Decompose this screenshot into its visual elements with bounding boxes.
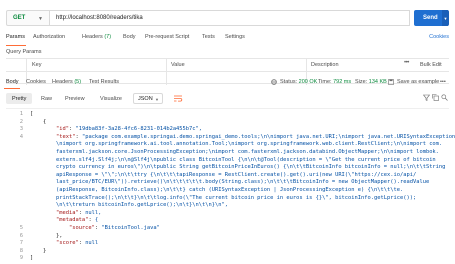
- line-number-gutter: 1234 56789: [6, 109, 28, 264]
- code-line: \nimport org.springframework.ai.tool.ann…: [30, 141, 443, 148]
- size-text: Size: 134 KB: [355, 79, 387, 85]
- tab-headers-label: Headers: [82, 34, 103, 40]
- response-active-tab-indicator: [4, 88, 20, 89]
- line-number: 6: [19, 232, 23, 239]
- size-label: Size:: [355, 79, 368, 85]
- tab-settings[interactable]: Settings: [225, 34, 245, 40]
- code-line: (apiResponse, BitcoinInfo.class);\n\t\t}…: [30, 187, 404, 193]
- code-line: "media": null,: [55, 209, 102, 216]
- tab-authorization[interactable]: Authorization: [33, 34, 65, 40]
- raw-button[interactable]: Raw: [35, 93, 58, 104]
- chevron-down-icon: ▼: [38, 16, 43, 22]
- code-line: fasterxml.jackson.core.JsonProcessingExc…: [30, 149, 439, 155]
- code-line: }: [30, 247, 47, 254]
- query-params-label: Query Params: [6, 49, 42, 55]
- line-number: 7: [19, 240, 23, 247]
- code-line: ]: [30, 255, 34, 262]
- line-number: 5: [19, 225, 23, 231]
- format-select-label: JSON: [138, 95, 153, 102]
- time-text: Time: 792 ms: [318, 79, 351, 85]
- response-actions: [417, 94, 448, 103]
- col-key: Key: [32, 62, 42, 68]
- bulk-edit-link[interactable]: Bulk Edit: [420, 62, 442, 68]
- response-headers-count: (5): [74, 79, 82, 85]
- line-number: 1: [19, 111, 23, 117]
- active-tab-indicator: [6, 45, 26, 46]
- search-icon[interactable]: [441, 94, 448, 103]
- tab-response-cookies[interactable]: Cookies: [26, 79, 46, 85]
- code-line: extern.slf4j.Slf4j;\n\n@Slf4j\npublic cl…: [30, 156, 436, 163]
- filter-icon[interactable]: [422, 94, 431, 103]
- copy-icon[interactable]: [432, 94, 439, 103]
- code-line: },: [30, 232, 63, 239]
- method-label: GET: [13, 15, 26, 21]
- tab-tests[interactable]: Tests: [202, 34, 215, 40]
- wrap-lines-icon[interactable]: [173, 94, 183, 103]
- line-number: 2: [19, 118, 23, 125]
- method-select[interactable]: GET ▼: [6, 10, 50, 26]
- line-number: 4: [19, 133, 23, 140]
- status-value: 200 OK: [298, 79, 318, 85]
- visualize-button[interactable]: Visualize: [94, 93, 128, 104]
- code-line: [: [30, 111, 34, 117]
- url-input[interactable]: http://localhost:8080/readers/tika: [50, 10, 410, 26]
- code-line: printStackTrace();\n\t\t}\n\t\tlog.info(…: [30, 194, 417, 201]
- response-format-bar: Pretty Raw Preview Visualize JSON ▼: [6, 93, 449, 105]
- code-line: "metadata": {: [55, 217, 99, 224]
- code-line: crypto currency in euros\")\n\tpublic St…: [30, 164, 446, 171]
- tab-pre-request-script[interactable]: Pre-request Script: [145, 34, 189, 40]
- line-number: 3: [19, 126, 23, 133]
- time-label: Time:: [318, 79, 332, 85]
- code-line: "score": null: [55, 240, 99, 247]
- chevron-down-icon: ▼: [155, 97, 159, 102]
- status-label: Status:: [280, 79, 298, 85]
- save-as-example-button[interactable]: Save as example: [397, 79, 439, 85]
- col-value: Value: [171, 62, 185, 68]
- code-line: \n\t\treturn bitcoinInfo.getLprice();\n\…: [30, 202, 228, 209]
- line-number: 8: [19, 247, 23, 254]
- status-text: Status: 200 OK: [280, 79, 317, 85]
- tab-params[interactable]: Params: [6, 34, 25, 40]
- format-select[interactable]: JSON ▼: [133, 93, 163, 104]
- tab-response-headers-label: Headers: [52, 79, 73, 85]
- code-line: last_price/BTC/EUR\")).retrieve()\n\t\t\…: [30, 179, 430, 186]
- code-line: "text": "package com.example.springai.de…: [55, 133, 455, 140]
- globe-icon: [271, 79, 277, 87]
- response-tabs: Body Cookies Headers (5) Test Results St…: [0, 77, 455, 89]
- line-number: 9: [19, 255, 23, 262]
- time-value: 792 ms: [333, 79, 352, 85]
- request-tabs: Params Authorization Headers (7) Body Pr…: [6, 34, 449, 44]
- preview-button[interactable]: Preview: [59, 93, 91, 104]
- headers-count: (7): [104, 34, 112, 40]
- tab-headers[interactable]: Headers (7): [82, 34, 111, 40]
- more-options-icon[interactable]: •••: [440, 79, 446, 85]
- tab-body[interactable]: Body: [123, 34, 136, 40]
- col-description: Description: [311, 62, 339, 68]
- tab-test-results[interactable]: Test Results: [89, 79, 119, 85]
- more-options-icon[interactable]: •••: [404, 60, 409, 66]
- params-header-row: Key Value Description ••• Bulk Edit: [6, 59, 449, 72]
- code-line: {: [30, 118, 47, 125]
- code-line: "source": "BitcoinTool.java": [68, 225, 160, 231]
- pretty-button[interactable]: Pretty: [6, 93, 33, 104]
- tab-response-body[interactable]: Body: [6, 79, 19, 85]
- save-icon[interactable]: [388, 79, 394, 87]
- code-line: "id": "19dba83f-3a28-4fc6-8231-014b2a455…: [55, 126, 203, 133]
- request-url-bar: GET ▼ http://localhost:8080/readers/tika…: [6, 10, 449, 26]
- tab-response-headers[interactable]: Headers (5): [52, 79, 81, 85]
- cookies-link[interactable]: Cookies: [429, 34, 449, 40]
- send-options-chevron-icon[interactable]: ▼: [442, 10, 449, 26]
- code-line: apiResponse = \"\";\n\t\ttry {\n\t\t\tap…: [30, 171, 417, 178]
- size-value: 134 KB: [368, 79, 387, 85]
- response-body-viewer[interactable]: 1234 56789 [ { "id": "19dba83f-3a28-4fc6-…: [6, 108, 455, 264]
